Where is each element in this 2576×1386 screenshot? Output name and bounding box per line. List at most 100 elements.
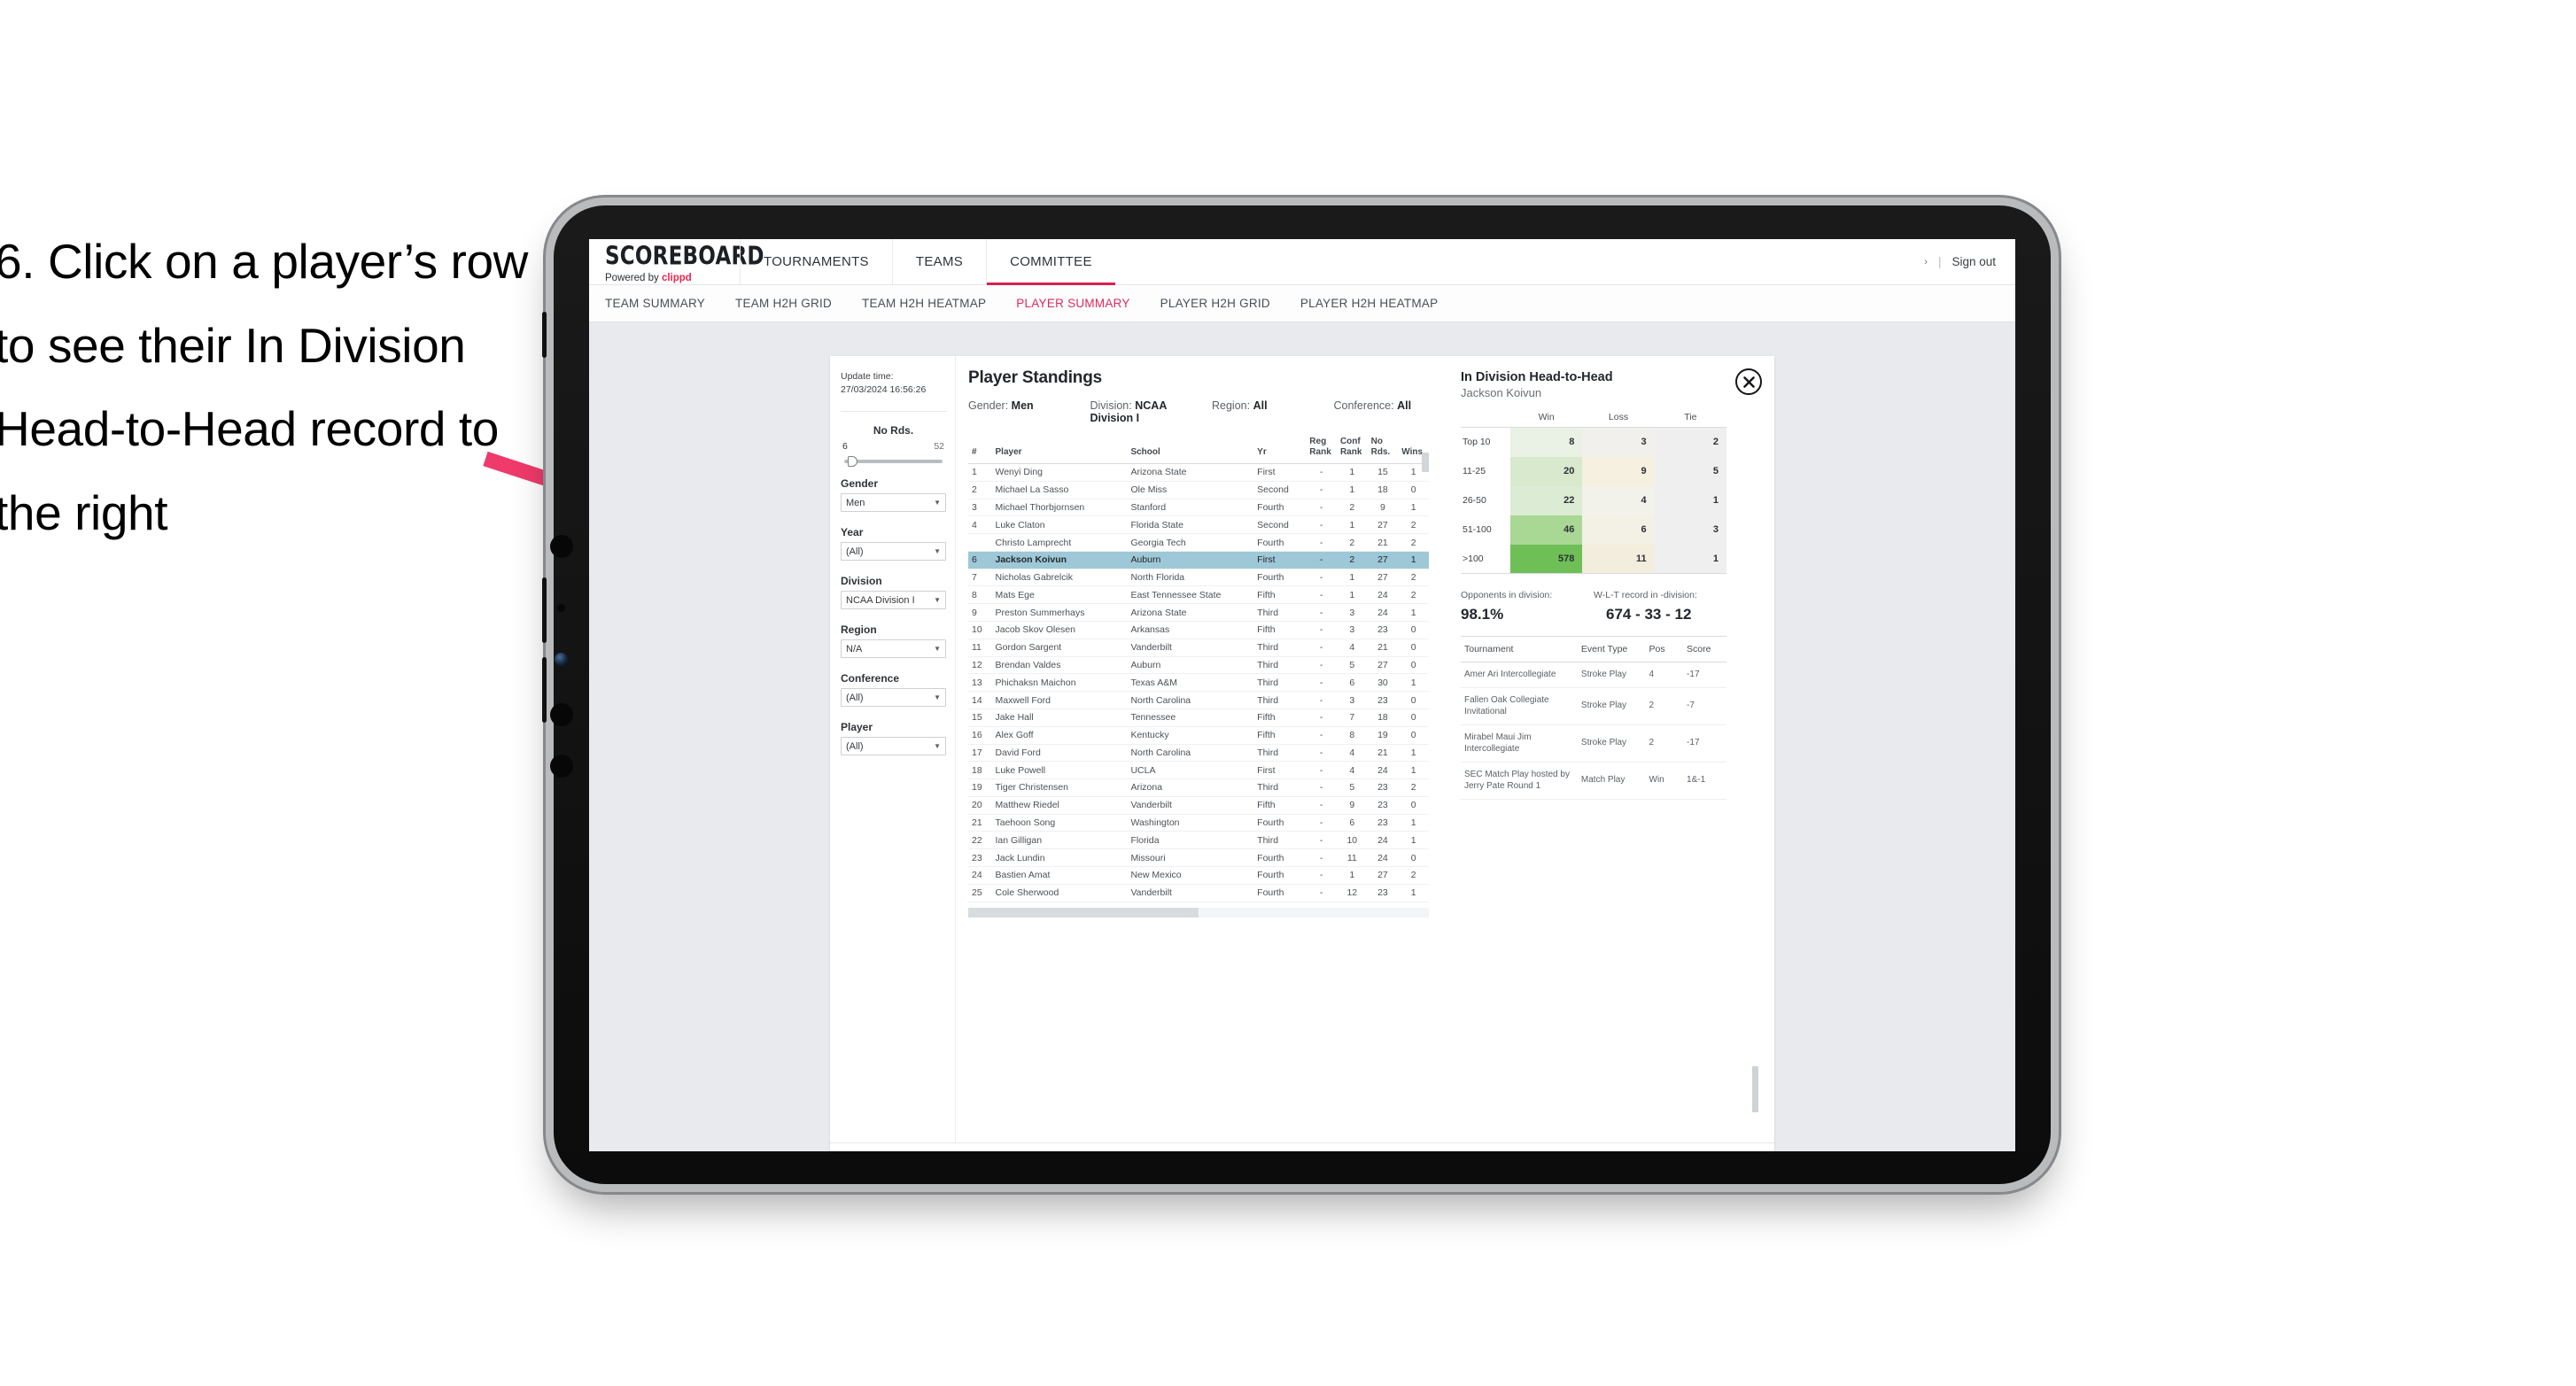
heatmap-corner	[1461, 412, 1510, 428]
tournament-row[interactable]: Mirabel Maui Jim Intercollegiate Stroke P…	[1461, 724, 1726, 763]
heatmap-cell-loss[interactable]: 6	[1582, 515, 1655, 545]
table-row[interactable]: 17 David Ford North Carolina Third -4 21 1	[968, 744, 1429, 763]
col-score[interactable]: Score	[1683, 636, 1726, 662]
undo-icon[interactable]	[842, 1150, 857, 1151]
heatmap-cell-tie[interactable]: 1	[1654, 544, 1726, 574]
heatmap-cell-loss[interactable]: 3	[1582, 427, 1655, 457]
tab-player-summary[interactable]: PLAYER SUMMARY	[1016, 297, 1129, 310]
filter-select-division[interactable]: NCAA Division I ▼	[841, 591, 946, 610]
filter-select-conference[interactable]: (All) ▼	[841, 688, 946, 708]
table-vertical-scrollbar[interactable]	[1422, 453, 1429, 472]
device-volume-up-button[interactable]	[542, 577, 547, 643]
table-row[interactable]: 16 Alex Goff Kentucky Fifth -8 19 0	[968, 726, 1429, 745]
table-horizontal-scrollbar-track[interactable]	[968, 907, 1429, 918]
close-icon[interactable]	[1735, 368, 1762, 395]
nav-item-committee[interactable]: COMMITTEE	[986, 239, 1115, 285]
tab-team-summary[interactable]: TEAM SUMMARY	[605, 297, 705, 310]
tab-team-h2h-grid[interactable]: TEAM H2H GRID	[735, 297, 832, 310]
heatmap-cell-win[interactable]: 20	[1510, 456, 1583, 486]
col-tournament[interactable]: Tournament	[1461, 636, 1578, 662]
table-row[interactable]: 4 Luke Claton Florida State Second -1 27 2	[968, 515, 1429, 535]
table-row[interactable]: 20 Matthew Riedel Vanderbilt Fifth -9 23 0	[968, 796, 1429, 815]
heatmap-cell-tie[interactable]: 5	[1654, 456, 1726, 486]
chevron-down-icon[interactable]: ▼	[934, 547, 941, 555]
table-row[interactable]: 14 Maxwell Ford North Carolina Third -3 23 0	[968, 691, 1429, 709]
refresh-icon[interactable]	[922, 1150, 937, 1151]
chevron-down-icon[interactable]: ▼	[934, 742, 941, 750]
table-row[interactable]: 25 Cole Sherwood Vanderbilt Fourth -12 23 1	[968, 884, 1429, 902]
chevron-down-icon[interactable]: ▼	[934, 596, 941, 604]
table-row[interactable]: 19 Tiger Christensen Arizona Third -5 23 2	[968, 778, 1429, 797]
shape-icon[interactable]	[975, 1150, 990, 1151]
table-row[interactable]: 8 Mats Ege East Tennessee State Fifth -1 24 2	[968, 585, 1429, 605]
filter-select-year[interactable]: (All) ▼	[841, 542, 946, 561]
table-row[interactable]: 10 Jacob Skov Olesen Arkansas Fifth -3 23 0	[968, 621, 1429, 639]
table-row[interactable]: 2 Michael La Sasso Ole Miss Second -1 18 0	[968, 481, 1429, 499]
chevron-down-icon[interactable]: ▼	[934, 645, 941, 653]
brand-logo[interactable]: SCOREBOARD Powered by clippd	[589, 239, 764, 284]
filter-value: NCAA Division I	[846, 594, 915, 606]
heatmap-cell-win[interactable]: 46	[1510, 515, 1583, 545]
table-row[interactable]: 6 Jackson Koivun Auburn First -2 27 1	[968, 551, 1429, 569]
heatmap-cell-win[interactable]: 578	[1510, 544, 1583, 574]
col-reg-rank[interactable]: Reg Rank	[1306, 435, 1337, 464]
heatmap-cell-tie[interactable]: 2	[1654, 427, 1726, 457]
heatmap-cell-loss[interactable]: 11	[1582, 544, 1655, 574]
tab-player-h2h-grid[interactable]: PLAYER H2H GRID	[1160, 297, 1270, 310]
nav-item-teams[interactable]: TEAMS	[891, 239, 986, 284]
table-row[interactable]: 24 Bastien Amat New Mexico Fourth -1 27 2	[968, 866, 1429, 885]
col-year[interactable]: Yr	[1253, 435, 1307, 464]
filter-select-gender[interactable]: Men ▼	[841, 493, 946, 513]
table-row[interactable]: Christo Lamprecht Georgia Tech Fourth -2 21 2	[968, 533, 1429, 552]
table-row[interactable]: 22 Ian Gilligan Florida Third -10 24 1	[968, 831, 1429, 850]
col-no-rounds[interactable]: No Rds.	[1367, 435, 1399, 464]
no-rounds-slider[interactable]: No Rds. 6 52	[841, 424, 955, 468]
table-row[interactable]: 3 Michael Thorbjornsen Stanford Fourth -2 9 1	[968, 499, 1429, 517]
chevron-down-icon[interactable]: ▼	[934, 693, 941, 701]
redo-icon[interactable]	[869, 1150, 884, 1151]
col-event-type[interactable]: Event Type	[1577, 636, 1646, 662]
tab-team-h2h-heatmap[interactable]: TEAM H2H HEATMAP	[862, 297, 986, 310]
slider-rail[interactable]	[844, 456, 943, 468]
device-volume-down-button[interactable]	[542, 657, 547, 723]
chevron-right-icon[interactable]: ›	[1924, 257, 1928, 267]
heatmap-cell-tie[interactable]: 3	[1654, 515, 1726, 545]
heatmap-cell-win[interactable]: 8	[1510, 427, 1583, 457]
table-row[interactable]: 12 Brendan Valdes Auburn Third -5 27 0	[968, 656, 1429, 675]
filter-select-region[interactable]: N/A ▼	[841, 639, 946, 659]
fullscreen-icon[interactable]	[1692, 1150, 1707, 1151]
col-conf-rank[interactable]: Conf Rank	[1336, 435, 1368, 464]
nav-item-tournaments[interactable]: TOURNAMENTS	[740, 239, 892, 284]
table-row[interactable]: 11 Gordon Sargent Vanderbilt Third -4 21 0	[968, 639, 1429, 657]
heatmap-cell-tie[interactable]: 1	[1654, 485, 1726, 515]
table-row[interactable]: 1 Wenyi Ding Arizona State First -1 15 1	[968, 463, 1429, 482]
tournament-row[interactable]: Amer Ari Intercollegiate Stroke Play 4 -17	[1461, 662, 1726, 688]
col-rank[interactable]: #	[968, 435, 992, 464]
revert-icon[interactable]	[896, 1150, 911, 1151]
pause-auto-update-icon[interactable]	[1035, 1150, 1050, 1151]
tournament-scrollbar[interactable]	[1752, 1066, 1758, 1112]
table-row[interactable]: 21 Taehoon Song Washington Fourth -6 23 1	[968, 814, 1429, 832]
table-row[interactable]: 7 Nicholas Gabrelcik North Florida Fourth -1…	[968, 569, 1429, 587]
table-row[interactable]: 23 Jack Lundin Missouri Fourth -11 24 0	[968, 848, 1429, 867]
slider-handle[interactable]	[848, 456, 857, 468]
table-horizontal-scrollbar-thumb[interactable]	[968, 907, 1199, 918]
filter-select-player[interactable]: (All) ▼	[841, 737, 946, 756]
table-row[interactable]: 13 Phichaksn Maichon Texas A&M Third -6 30 1	[968, 673, 1429, 693]
tournament-row[interactable]: SEC Match Play hosted by Jerry Pate Roun…	[1461, 762, 1726, 800]
device-power-button[interactable]	[542, 312, 547, 358]
table-row[interactable]: 18 Luke Powell UCLA First -4 24 1	[968, 761, 1429, 780]
sign-out-link[interactable]: Sign out	[1951, 255, 1996, 268]
heatmap-cell-loss[interactable]: 9	[1582, 456, 1655, 486]
tab-player-h2h-heatmap[interactable]: PLAYER H2H HEATMAP	[1300, 297, 1439, 310]
col-player[interactable]: Player	[991, 435, 1128, 464]
chevron-down-icon[interactable]: ▼	[934, 499, 941, 507]
tournament-row[interactable]: Fallen Oak Collegiate Invitational Stroke…	[1461, 687, 1726, 725]
col-school[interactable]: School	[1127, 435, 1254, 464]
col-pos[interactable]: Pos	[1645, 636, 1684, 662]
table-row[interactable]: 9 Preston Summerhays Arizona State Third -3 2…	[968, 603, 1429, 623]
heatmap-cell-loss[interactable]: 4	[1582, 485, 1655, 515]
table-row[interactable]: 15 Jake Hall Tennessee Fifth -7 18 0	[968, 708, 1429, 727]
heatmap-cell-win[interactable]: 22	[1510, 485, 1583, 515]
pause-icon[interactable]	[949, 1150, 964, 1151]
